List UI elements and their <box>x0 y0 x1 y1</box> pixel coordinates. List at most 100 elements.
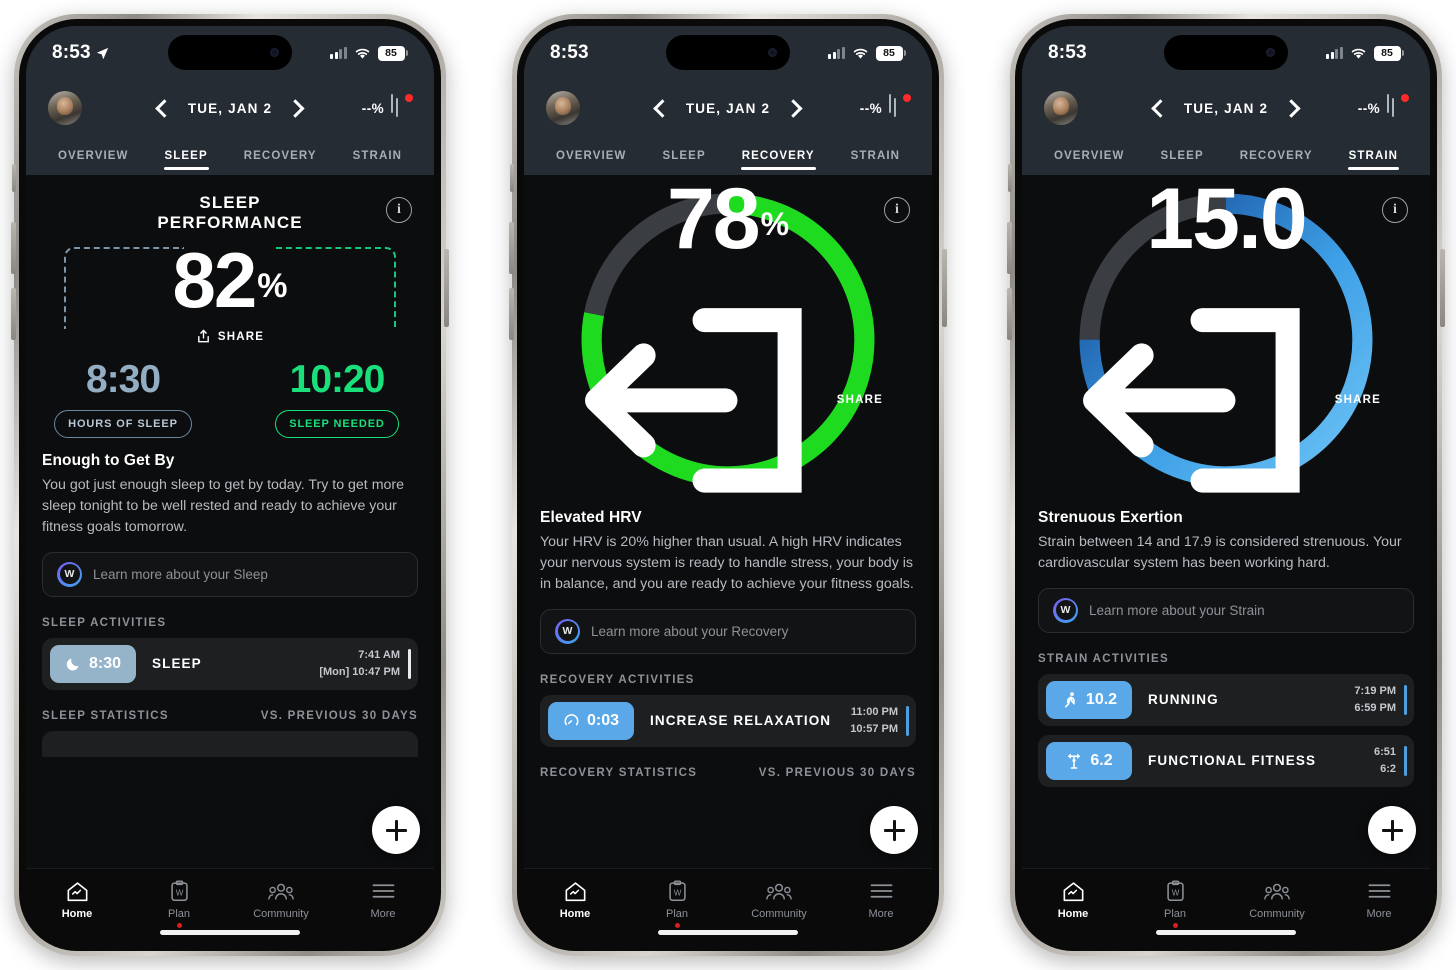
tab-bar-more[interactable]: More <box>1328 879 1430 920</box>
learn-more-button[interactable]: W Learn more about your Strain <box>1038 587 1414 633</box>
volume-up-button[interactable] <box>1007 222 1012 274</box>
add-activity-button[interactable] <box>1368 806 1416 854</box>
volume-down-button[interactable] <box>509 288 514 340</box>
chevron-left-icon[interactable] <box>1151 98 1170 118</box>
tab-recovery[interactable]: RECOVERY <box>1235 142 1318 175</box>
volume-up-button[interactable] <box>509 222 514 274</box>
info-icon[interactable]: i <box>1382 197 1408 223</box>
tab-bar-plan[interactable]: W Plan <box>1124 879 1226 928</box>
home-indicator[interactable] <box>658 930 798 935</box>
bottom-tab-bar: Home W Plan Community More <box>524 868 932 944</box>
chevron-left-icon[interactable] <box>653 98 672 118</box>
date-navigator: TUE, JAN 2 <box>1151 98 1301 118</box>
volume-down-button[interactable] <box>1007 288 1012 340</box>
chevron-right-icon[interactable] <box>1282 98 1301 118</box>
power-button[interactable] <box>444 249 449 327</box>
power-button[interactable] <box>942 249 947 327</box>
tab-bar-more[interactable]: More <box>332 879 434 920</box>
tab-overview[interactable]: OVERVIEW <box>53 142 134 175</box>
tab-overview[interactable]: OVERVIEW <box>551 142 632 175</box>
tab-bar-plan[interactable]: W Plan <box>128 879 230 928</box>
tab-strain[interactable]: STRAIN <box>846 142 905 175</box>
tab-bar-home[interactable]: Home <box>1022 879 1124 920</box>
tab-recovery[interactable]: RECOVERY <box>239 142 322 175</box>
silent-switch[interactable] <box>1008 164 1012 192</box>
cellular-signal-icon <box>330 47 347 59</box>
share-button[interactable]: SHARE <box>1071 272 1381 529</box>
activity-row[interactable]: 0:03 INCREASE RELAXATION 11:00 PM 10:57 … <box>540 694 916 747</box>
silent-switch[interactable] <box>12 164 16 192</box>
tab-sleep[interactable]: SLEEP <box>160 142 213 175</box>
activity-end-time: 6:51 <box>1373 745 1396 758</box>
learn-more-button[interactable]: W Learn more about your Recovery <box>540 608 916 654</box>
status-indicators: 85 <box>828 45 906 61</box>
sleep-performance-number: 82 <box>172 236 258 325</box>
strap-icon <box>391 93 413 122</box>
tab-bar-community[interactable]: Community <box>728 879 830 920</box>
home-indicator[interactable] <box>1156 930 1296 935</box>
dynamic-island <box>666 35 790 70</box>
avatar[interactable] <box>1044 91 1078 125</box>
strap-status[interactable]: --% <box>860 93 911 122</box>
status-indicators: 85 <box>330 45 408 61</box>
activity-pill-value: 10.2 <box>1085 690 1118 708</box>
strap-status[interactable]: --% <box>362 93 413 122</box>
activity-end-time: 7:41 AM <box>358 648 400 661</box>
hours-of-sleep-bracket <box>64 247 184 329</box>
avatar[interactable] <box>546 91 580 125</box>
plan-notification-dot <box>176 923 182 928</box>
tab-bar-plan[interactable]: W Plan <box>626 879 728 928</box>
battery-level-text: 85 <box>1373 45 1401 61</box>
people-icon <box>268 879 294 903</box>
activity-times: 11:00 PM 10:57 PM <box>850 704 908 738</box>
location-arrow-icon <box>96 47 109 59</box>
tab-bar-home[interactable]: Home <box>524 879 626 920</box>
add-activity-button[interactable] <box>870 806 918 854</box>
tab-bar-more[interactable]: More <box>830 879 932 920</box>
activity-pill-value: 0:03 <box>586 711 620 729</box>
add-activity-button[interactable] <box>372 806 420 854</box>
silent-switch[interactable] <box>510 164 514 192</box>
activity-row[interactable]: 6.2 FUNCTIONAL FITNESS 6:51 6:2 <box>1038 734 1414 787</box>
activity-end-time: 7:19 PM <box>1354 684 1396 697</box>
avatar[interactable] <box>48 91 82 125</box>
share-button[interactable]: SHARE <box>573 272 883 529</box>
people-icon <box>1264 879 1290 903</box>
power-button[interactable] <box>1440 249 1445 327</box>
info-icon[interactable]: i <box>386 197 412 223</box>
wifi-icon <box>1351 48 1365 59</box>
activity-pill-value: 6.2 <box>1090 751 1113 769</box>
screenshot-stage: 8:53 85 TUE, JAN 2 --% OVERVIEW SLEEP RE… <box>0 0 1456 970</box>
chevron-right-icon[interactable] <box>784 98 803 118</box>
home-indicator[interactable] <box>160 930 300 935</box>
tab-recovery[interactable]: RECOVERY <box>737 142 820 175</box>
clipboard-icon: W <box>668 879 687 903</box>
tab-bar-community[interactable]: Community <box>1226 879 1328 920</box>
learn-more-button[interactable]: W Learn more about your Sleep <box>42 551 418 597</box>
share-button[interactable]: SHARE <box>42 329 418 344</box>
strain-number: 15.0 <box>1146 175 1307 267</box>
tab-overview[interactable]: OVERVIEW <box>1049 142 1130 175</box>
tab-strain[interactable]: STRAIN <box>1344 142 1403 175</box>
activity-row[interactable]: 10.2 RUNNING 7:19 PM 6:59 PM <box>1038 673 1414 726</box>
status-bar: 8:53 85 <box>26 26 434 80</box>
strain-ring-center: STRAIN 15.0 SHA <box>1071 176 1381 495</box>
wifi-icon <box>355 48 369 59</box>
tab-bar-community-label: Community <box>253 908 309 920</box>
tab-bar-home[interactable]: Home <box>26 879 128 920</box>
info-icon[interactable]: i <box>884 197 910 223</box>
front-camera-icon <box>270 48 279 57</box>
sleep-needed-metric: 10:20 SLEEP NEEDED <box>262 360 412 439</box>
recovery-ring-section: i RECOVERY 78 % <box>540 175 916 495</box>
chevron-right-icon[interactable] <box>286 98 305 118</box>
tab-strain[interactable]: STRAIN <box>348 142 407 175</box>
volume-down-button[interactable] <box>11 288 16 340</box>
tab-sleep[interactable]: SLEEP <box>1156 142 1209 175</box>
strap-status[interactable]: --% <box>1358 93 1409 122</box>
activity-row[interactable]: 8:30 SLEEP 7:41 AM [Mon] 10:47 PM <box>42 637 418 690</box>
chevron-left-icon[interactable] <box>155 98 174 118</box>
statistics-card-stub[interactable] <box>42 730 418 757</box>
tab-sleep[interactable]: SLEEP <box>658 142 711 175</box>
tab-bar-community[interactable]: Community <box>230 879 332 920</box>
volume-up-button[interactable] <box>11 222 16 274</box>
